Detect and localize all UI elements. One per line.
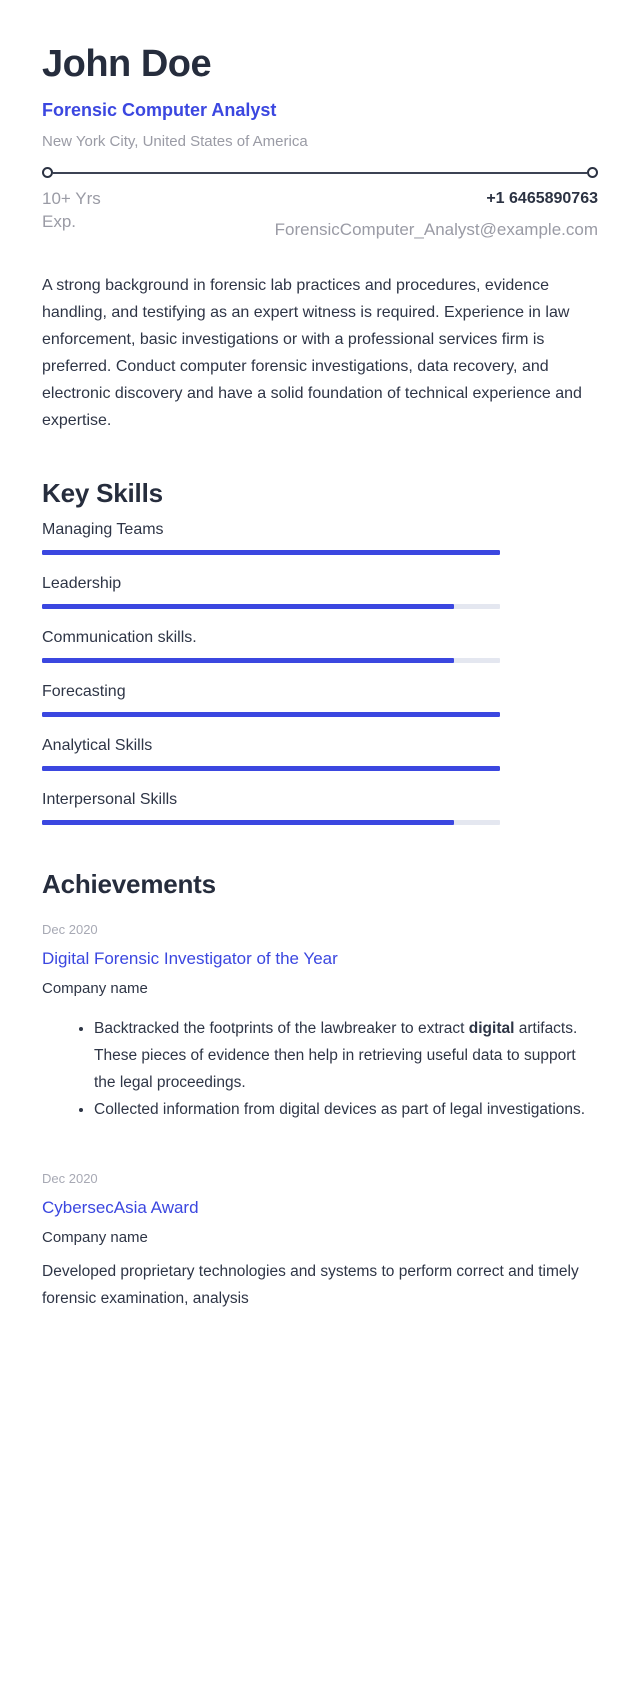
skill-label: Analytical Skills	[42, 737, 153, 755]
skill-item: Analytical Skills	[42, 735, 598, 772]
skill-progress-fill	[42, 658, 455, 664]
skill-label: Interpersonal Skills	[42, 791, 178, 809]
skill-item: Managing Teams	[42, 519, 598, 556]
achievement-company: Company name	[42, 980, 148, 998]
list-item: Backtracked the footprints of the lawbre…	[94, 1015, 598, 1096]
skill-progress-track	[42, 658, 500, 664]
bullet-text-bold: digital	[468, 1020, 515, 1038]
list-item: Collected information from digital devic…	[94, 1096, 598, 1123]
skill-progress-fill	[42, 820, 455, 826]
email-address[interactable]: ForensicComputer_Analyst@example.com	[275, 220, 598, 240]
skill-item: Forecasting	[42, 681, 598, 718]
skill-label: Communication skills.	[42, 629, 197, 647]
skill-progress-track	[42, 712, 500, 718]
resume-header: John Doe Forensic Computer Analyst New Y…	[42, 43, 598, 151]
skill-progress-track	[42, 820, 500, 826]
bullet-text-pre: Backtracked the footprints of the lawbre…	[94, 1020, 469, 1038]
skill-label: Leadership	[42, 575, 122, 593]
achievements-heading: Achievements	[42, 869, 216, 900]
contact-band: 10+ Yrs Exp. +1 6465890763 ForensicCompu…	[42, 184, 598, 250]
skill-item: Leadership	[42, 573, 598, 610]
achievement-entry: Dec 2020 Digital Forensic Investigator o…	[42, 920, 598, 1123]
skill-progress-fill	[42, 766, 500, 772]
resume-page: John Doe Forensic Computer Analyst New Y…	[0, 0, 640, 1684]
divider-right-dot-icon	[587, 167, 598, 179]
experience-years: 10+ Yrs Exp.	[42, 189, 101, 232]
divider-line	[53, 172, 587, 175]
achievement-date: Dec 2020	[42, 922, 98, 938]
candidate-name: John Doe	[42, 43, 212, 85]
header-divider	[42, 164, 598, 182]
achievement-company: Company name	[42, 1229, 148, 1247]
skill-label: Forecasting	[42, 683, 126, 701]
skill-progress-track	[42, 604, 500, 610]
divider-left-dot-icon	[42, 167, 53, 179]
location-text: New York City, United States of America	[42, 133, 308, 151]
achievements-spacer	[42, 1123, 598, 1149]
bullet-text-pre: Collected information from digital devic…	[94, 1101, 586, 1119]
skill-item: Interpersonal Skills	[42, 789, 598, 826]
key-skills-list: Managing Teams Leadership Communication …	[42, 519, 598, 826]
phone-number[interactable]: +1 6465890763	[486, 190, 598, 208]
job-title: Forensic Computer Analyst	[42, 99, 277, 120]
skill-progress-fill	[42, 550, 500, 556]
achievement-description: Developed proprietary technologies and s…	[42, 1263, 579, 1308]
achievement-title[interactable]: Digital Forensic Investigator of the Yea…	[42, 945, 598, 973]
professional-summary: A strong background in forensic lab prac…	[42, 277, 582, 430]
achievement-title[interactable]: CybersecAsia Award	[42, 1194, 598, 1222]
skill-label: Managing Teams	[42, 521, 164, 539]
key-skills-heading: Key Skills	[42, 478, 163, 509]
skill-item: Communication skills.	[42, 627, 598, 664]
skill-progress-fill	[42, 604, 455, 610]
achievement-bullet-list: Backtracked the footprints of the lawbre…	[42, 1015, 598, 1123]
achievement-date: Dec 2020	[42, 1171, 98, 1187]
skill-progress-track	[42, 766, 500, 772]
achievement-entry: Dec 2020 CybersecAsia Award Company name…	[42, 1169, 598, 1312]
skill-progress-fill	[42, 712, 500, 718]
skill-progress-track	[42, 550, 500, 556]
